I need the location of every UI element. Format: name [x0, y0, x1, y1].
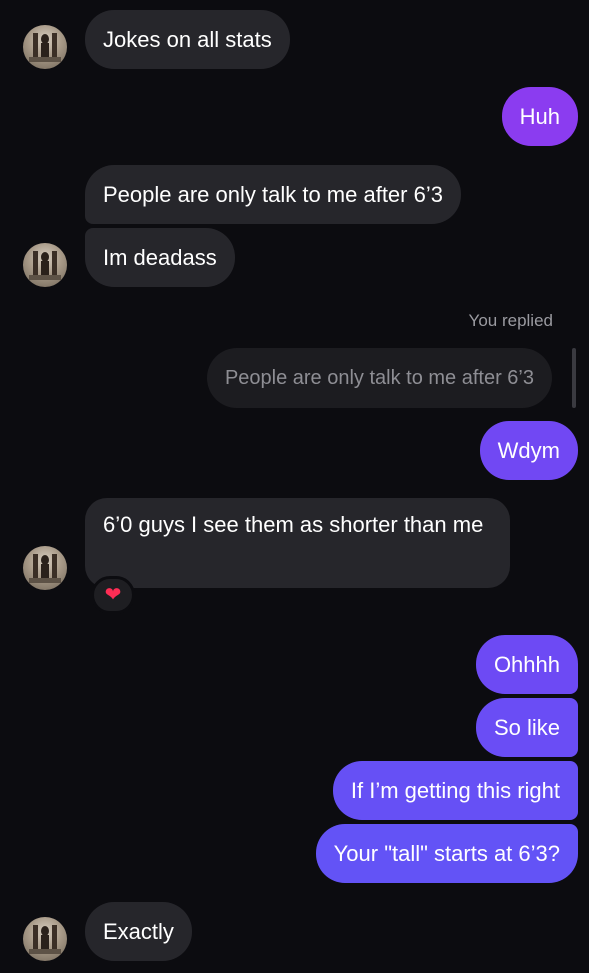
incoming-message[interactable]: Exactly [85, 902, 192, 961]
outgoing-message[interactable]: Wdym [479, 421, 578, 480]
quoted-message[interactable]: People are only talk to me after 6’3 [206, 348, 552, 408]
incoming-message[interactable]: Im deadass [85, 228, 235, 287]
outgoing-message[interactable]: If I’m getting this right [332, 761, 578, 820]
outgoing-message[interactable]: Your "tall" starts at 6’3? [315, 824, 578, 883]
heart-icon[interactable]: ❤ [91, 576, 135, 614]
reply-indicator-bar [572, 348, 576, 408]
reply-label: You replied [468, 311, 553, 330]
incoming-message[interactable]: 6’0 guys I see them as shorter than me [85, 498, 510, 588]
contact-avatar-icon[interactable] [23, 546, 67, 590]
contact-avatar-icon[interactable] [23, 917, 67, 961]
outgoing-message[interactable]: Huh [501, 87, 578, 146]
outgoing-message[interactable]: Ohhhh [475, 635, 578, 694]
incoming-message[interactable]: People are only talk to me after 6’3 [85, 165, 461, 224]
incoming-message[interactable]: Jokes on all stats [85, 10, 290, 69]
contact-avatar-icon[interactable] [23, 243, 67, 287]
outgoing-message[interactable]: So like [475, 698, 578, 757]
contact-avatar-icon[interactable] [23, 25, 67, 69]
